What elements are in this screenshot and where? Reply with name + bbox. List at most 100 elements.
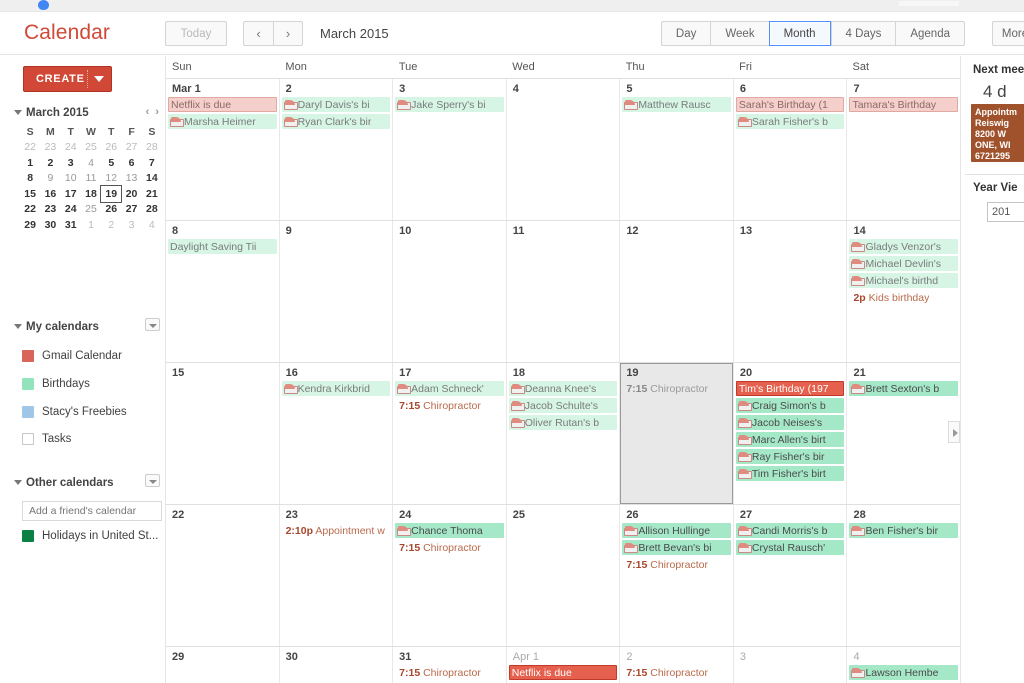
- calendar-event[interactable]: 7:15 Chiropractor: [622, 381, 731, 396]
- calendar-event[interactable]: Sarah Fisher's b: [735, 114, 845, 129]
- mini-calendar-day[interactable]: 10: [61, 171, 81, 187]
- day-number[interactable]: 2: [280, 81, 393, 97]
- mini-calendar-day[interactable]: 4: [142, 217, 162, 233]
- calendar-day-cell[interactable]: 17 Adam Schneck' 7:15 Chiropractor: [393, 363, 507, 504]
- calendar-day-cell[interactable]: 27 Candi Morris's b Crystal Rausch': [733, 505, 848, 646]
- calendar-day-cell[interactable]: 4: [506, 79, 621, 220]
- calendar-day-cell[interactable]: 26 Allison Hullinge Brett Bevan's bi 7:15 C…: [620, 505, 734, 646]
- view-tab-day[interactable]: Day: [660, 21, 711, 46]
- mini-calendar-day[interactable]: 3: [121, 217, 141, 233]
- calendar-event[interactable]: Michael Devlin's: [849, 256, 959, 271]
- calendar-event[interactable]: Marc Allen's birt: [735, 432, 845, 447]
- day-number[interactable]: 10: [393, 223, 506, 239]
- other-calendars-options-button[interactable]: [145, 474, 160, 487]
- next-period-button[interactable]: ›: [273, 21, 303, 46]
- calendar-day-cell[interactable]: Apr 1 Netflix is due: [506, 647, 621, 683]
- mini-calendar-day[interactable]: 3: [61, 155, 81, 171]
- day-number[interactable]: 13: [734, 223, 847, 239]
- mini-calendar-day[interactable]: 9: [40, 171, 60, 187]
- day-number[interactable]: 23: [280, 507, 393, 523]
- today-button[interactable]: Today: [165, 21, 227, 46]
- more-menu-button[interactable]: More ▾: [992, 21, 1024, 46]
- mini-calendar-day[interactable]: 27: [121, 202, 141, 218]
- mini-calendar-day[interactable]: 19: [100, 185, 123, 203]
- calendar-day-cell[interactable]: 30: [279, 647, 394, 683]
- calendar-day-cell[interactable]: 24 Chance Thoma 7:15 Chiropractor: [393, 505, 507, 646]
- color-swatch[interactable]: [22, 406, 34, 418]
- collapse-triangle-icon[interactable]: [14, 480, 22, 486]
- color-swatch[interactable]: [22, 378, 34, 390]
- day-number[interactable]: 30: [280, 649, 393, 665]
- mini-calendar-day[interactable]: 24: [61, 140, 81, 156]
- calendar-day-cell[interactable]: 9: [279, 221, 394, 362]
- mini-calendar-day[interactable]: 14: [142, 171, 162, 187]
- mini-calendar-day[interactable]: 21: [142, 186, 162, 202]
- color-swatch[interactable]: [22, 350, 34, 362]
- mini-calendar-day[interactable]: 2: [101, 217, 121, 233]
- day-number[interactable]: 24: [393, 507, 506, 523]
- mini-calendar-day[interactable]: 17: [61, 186, 81, 202]
- calendar-day-cell[interactable]: 7 Tamara's Birthday: [847, 79, 961, 220]
- calendar-day-cell-today[interactable]: 19 7:15 Chiropractor: [620, 363, 734, 504]
- calendar-day-cell[interactable]: 2 Daryl Davis's bi Ryan Clark's bir: [279, 79, 394, 220]
- mini-calendar-day[interactable]: 23: [40, 202, 60, 218]
- day-number[interactable]: 5: [620, 81, 733, 97]
- day-number[interactable]: 28: [847, 507, 960, 523]
- calendar-event[interactable]: 2:10p Appointment w: [282, 523, 391, 538]
- mini-calendar-day[interactable]: 1: [20, 155, 40, 171]
- calendar-day-cell[interactable]: 28 Ben Fisher's bir: [847, 505, 961, 646]
- calendar-day-cell[interactable]: 21 Brett Sexton's b: [847, 363, 961, 504]
- view-tab-week[interactable]: Week: [710, 21, 769, 46]
- calendar-event[interactable]: Ray Fisher's bir: [735, 449, 845, 464]
- day-number[interactable]: 21: [847, 365, 960, 381]
- day-number[interactable]: 4: [847, 649, 960, 665]
- calendar-day-cell[interactable]: 20 Tim's Birthday (197 Craig Simon's b Jaco…: [733, 363, 848, 504]
- calendar-event[interactable]: Netflix is due: [168, 97, 277, 112]
- calendar-event[interactable]: Chance Thoma: [395, 523, 504, 538]
- calendar-event[interactable]: Tim Fisher's birt: [735, 466, 845, 481]
- calendar-event[interactable]: Brett Sexton's b: [849, 381, 959, 396]
- calendar-event[interactable]: 7:15 Chiropractor: [395, 540, 504, 555]
- mini-calendar-day[interactable]: 6: [121, 155, 141, 171]
- calendar-event[interactable]: Jake Sperry's bi: [395, 97, 504, 112]
- calendar-event[interactable]: Netflix is due: [508, 665, 618, 680]
- calendar-item-birthdays[interactable]: Birthdays: [22, 376, 162, 392]
- day-number[interactable]: 3: [734, 649, 847, 665]
- mini-calendar-day[interactable]: 25: [81, 202, 101, 218]
- collapse-triangle-icon[interactable]: [14, 110, 22, 116]
- calendar-event[interactable]: Kendra Kirkbrid: [281, 381, 391, 396]
- calendar-item-tasks[interactable]: Tasks: [22, 431, 162, 447]
- mini-calendar-day[interactable]: 18: [81, 186, 101, 202]
- calendar-day-cell[interactable]: 22: [166, 505, 280, 646]
- calendar-event[interactable]: Adam Schneck': [395, 381, 504, 396]
- day-number[interactable]: 4: [507, 81, 620, 97]
- calendar-event[interactable]: Ryan Clark's bir: [281, 114, 391, 129]
- calendar-event[interactable]: 7:15 Chiropractor: [395, 665, 504, 680]
- calendar-day-cell[interactable]: 31 7:15 Chiropractor: [393, 647, 507, 683]
- calendar-event[interactable]: Crystal Rausch': [735, 540, 845, 555]
- mini-calendar-day[interactable]: 23: [40, 140, 60, 156]
- calendar-event[interactable]: Brett Bevan's bi: [622, 540, 731, 555]
- calendar-event[interactable]: Michael's birthd: [849, 273, 959, 288]
- mini-prev-month-button[interactable]: ‹: [143, 106, 153, 118]
- calendar-day-cell[interactable]: 8 Daylight Saving Tii: [166, 221, 280, 362]
- day-number[interactable]: 6: [734, 81, 847, 97]
- day-number[interactable]: 17: [393, 365, 506, 381]
- mini-calendar-day[interactable]: 12: [101, 171, 121, 187]
- calendar-event[interactable]: Ben Fisher's bir: [849, 523, 959, 538]
- mini-calendar-day[interactable]: 29: [20, 217, 40, 233]
- view-tab-agenda[interactable]: Agenda: [895, 21, 965, 46]
- view-tab-month[interactable]: Month: [768, 21, 831, 46]
- day-number[interactable]: 20: [734, 365, 847, 381]
- day-number[interactable]: 12: [620, 223, 733, 239]
- calendar-event[interactable]: Gladys Venzor's: [849, 239, 959, 254]
- calendar-day-cell[interactable]: 3: [733, 647, 848, 683]
- mini-calendar-day[interactable]: 5: [101, 155, 121, 171]
- calendar-day-cell[interactable]: 25: [506, 505, 621, 646]
- day-number[interactable]: 16: [280, 365, 393, 381]
- mini-calendar-day[interactable]: 2: [40, 155, 60, 171]
- calendar-event[interactable]: Candi Morris's b: [735, 523, 845, 538]
- mini-calendar-day[interactable]: 13: [121, 171, 141, 187]
- day-number[interactable]: 2: [620, 649, 733, 665]
- calendar-day-cell[interactable]: 2 7:15 Chiropractor: [620, 647, 734, 683]
